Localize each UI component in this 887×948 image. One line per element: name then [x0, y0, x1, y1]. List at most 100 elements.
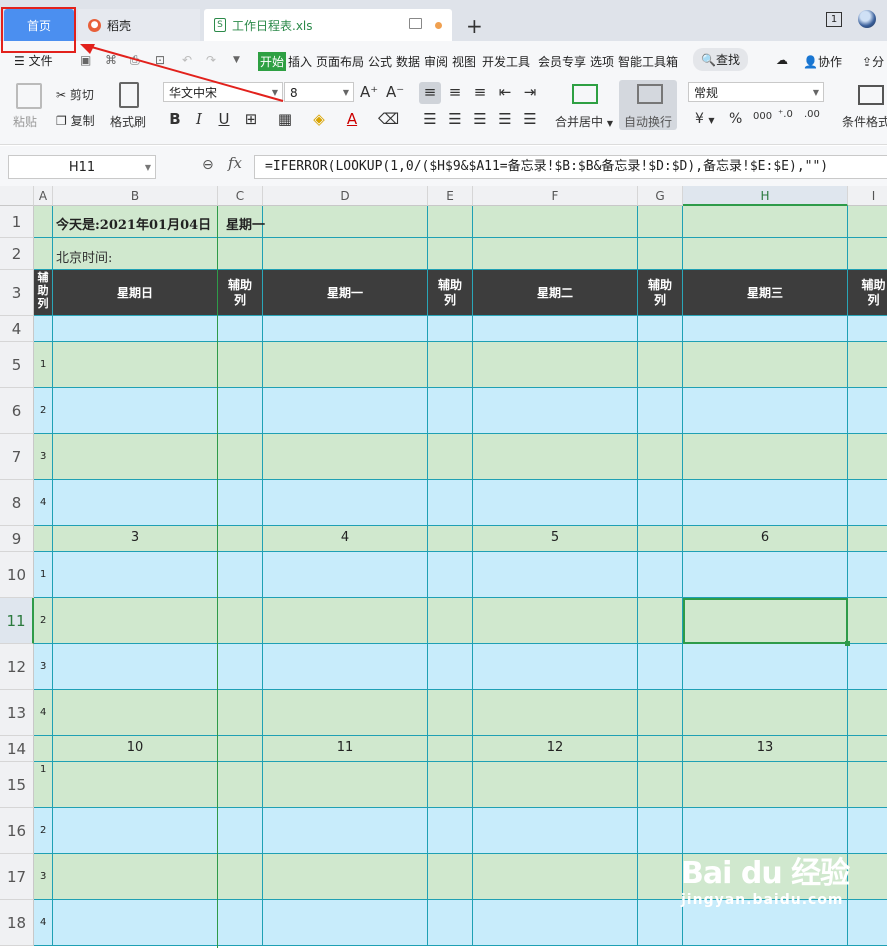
cell-d2[interactable] [263, 238, 428, 270]
menu-file[interactable]: ☰ 文件 [14, 52, 53, 69]
cell-e12[interactable] [428, 644, 473, 690]
menu-item-view[interactable]: 视图 [452, 53, 476, 70]
cell-d1[interactable] [263, 206, 428, 238]
cell-f18[interactable] [473, 900, 638, 946]
cell-i2[interactable] [848, 238, 887, 270]
fill-handle[interactable] [845, 641, 850, 646]
currency-button[interactable]: ¥ ▼ [695, 111, 715, 127]
cell-i8[interactable] [848, 480, 887, 526]
thousands-button[interactable]: 000 [753, 111, 772, 122]
cell-a5[interactable]: 1 [34, 342, 53, 388]
cell-b6[interactable] [53, 388, 218, 434]
date-cell[interactable]: 12 [473, 736, 638, 762]
cell-b8[interactable] [53, 480, 218, 526]
cell-i18[interactable] [848, 900, 887, 946]
cell-e9[interactable] [428, 526, 473, 552]
cell-e14[interactable] [428, 736, 473, 762]
cell-e16[interactable] [428, 808, 473, 854]
conditional-format-label[interactable]: 条件格式 [842, 113, 887, 130]
cell-a15[interactable]: 1 [34, 762, 53, 808]
cell-c9[interactable] [218, 526, 263, 552]
cell-i12[interactable] [848, 644, 887, 690]
cell-i5[interactable] [848, 342, 887, 388]
cell-e13[interactable] [428, 690, 473, 736]
cell-f13[interactable] [473, 690, 638, 736]
menu-item-review[interactable]: 审阅 [424, 53, 448, 70]
cell-g17[interactable] [638, 854, 683, 900]
column-header-f[interactable]: F [473, 186, 638, 206]
cell-a16[interactable]: 2 [34, 808, 53, 854]
cell-i1[interactable] [848, 206, 887, 238]
cell-a14[interactable] [34, 736, 53, 762]
cell-f8[interactable] [473, 480, 638, 526]
cell-a17[interactable]: 3 [34, 854, 53, 900]
cell-h15[interactable] [683, 762, 848, 808]
cell-i17[interactable] [848, 854, 887, 900]
tab-docer[interactable]: ● 稻壳 [78, 9, 200, 41]
window-count-icon[interactable]: 1 [826, 12, 842, 27]
cell-a8[interactable]: 4 [34, 480, 53, 526]
day-header[interactable]: 星期三 [683, 270, 848, 316]
cell-d17[interactable] [263, 854, 428, 900]
cell-f15[interactable] [473, 762, 638, 808]
cell-c6[interactable] [218, 388, 263, 434]
cell-g13[interactable] [638, 690, 683, 736]
row-header-18[interactable]: 18 [0, 900, 34, 946]
cell-g14[interactable] [638, 736, 683, 762]
cell-h7[interactable] [683, 434, 848, 480]
column-header-d[interactable]: D [263, 186, 428, 206]
distributed-icon[interactable]: ☰ [521, 110, 539, 128]
cell-b18[interactable] [53, 900, 218, 946]
align-right-icon[interactable]: ☰ [471, 110, 489, 128]
cell-d16[interactable] [263, 808, 428, 854]
column-header-a[interactable]: A [34, 186, 53, 206]
cell-f1[interactable] [473, 206, 638, 238]
row-header-11[interactable]: 11 [0, 598, 34, 644]
aux-column-header[interactable]: 辅助列 [638, 270, 683, 316]
cell-a13[interactable]: 4 [34, 690, 53, 736]
cell-g5[interactable] [638, 342, 683, 388]
cell-c16[interactable] [218, 808, 263, 854]
cell-h13[interactable] [683, 690, 848, 736]
cell-h10[interactable] [683, 552, 848, 598]
cell-g4[interactable] [638, 316, 683, 342]
copy-button[interactable]: ❐ 复制 [56, 112, 95, 129]
menu-item-formula[interactable]: 公式 [368, 53, 392, 70]
cell-g12[interactable] [638, 644, 683, 690]
cell-a6[interactable]: 2 [34, 388, 53, 434]
paste-label[interactable]: 粘贴 [13, 113, 37, 130]
underline-icon[interactable]: U [215, 110, 233, 128]
row-header-12[interactable]: 12 [0, 644, 34, 690]
cell-g6[interactable] [638, 388, 683, 434]
cell-d5[interactable] [263, 342, 428, 388]
cell-f17[interactable] [473, 854, 638, 900]
fill-color-icon[interactable]: ◈ [310, 110, 328, 128]
day-header[interactable]: 星期日 [53, 270, 218, 316]
cell-g18[interactable] [638, 900, 683, 946]
row-header-6[interactable]: 6 [0, 388, 34, 434]
cell-d10[interactable] [263, 552, 428, 598]
indent-decrease-icon[interactable]: ⇤ [496, 83, 514, 101]
cell-h11[interactable] [683, 598, 848, 644]
cell-i11[interactable] [848, 598, 887, 644]
date-cell[interactable]: 4 [263, 526, 428, 552]
cut-button[interactable]: ✂ 剪切 [56, 86, 94, 103]
cell-f16[interactable] [473, 808, 638, 854]
cell-i13[interactable] [848, 690, 887, 736]
cell-d11[interactable] [263, 598, 428, 644]
undo-icon[interactable]: ↶ [182, 53, 192, 67]
redo-icon[interactable]: ↷ [206, 53, 216, 67]
format-painter-icon[interactable] [119, 82, 139, 108]
cell-g8[interactable] [638, 480, 683, 526]
save-icon[interactable]: ▣ [80, 53, 91, 67]
increase-decimal-icon[interactable]: ⁺.0 [778, 109, 793, 120]
cell-a2[interactable] [34, 238, 53, 270]
cell-a12[interactable]: 3 [34, 644, 53, 690]
day-header[interactable]: 星期二 [473, 270, 638, 316]
cell-d13[interactable] [263, 690, 428, 736]
border-style-icon[interactable]: ▦ [276, 110, 294, 128]
cell-g15[interactable] [638, 762, 683, 808]
cell-c10[interactable] [218, 552, 263, 598]
cell-b4[interactable] [53, 316, 218, 342]
cell-i10[interactable] [848, 552, 887, 598]
